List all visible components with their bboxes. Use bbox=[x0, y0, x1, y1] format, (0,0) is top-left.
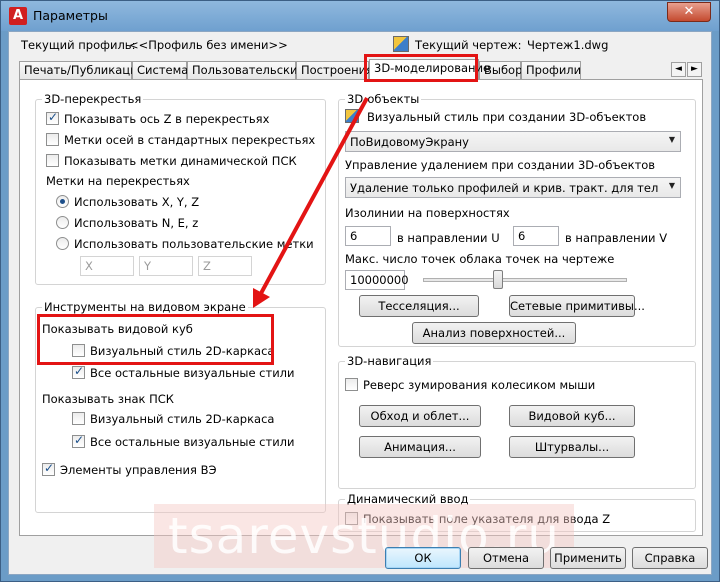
isolines-u-field[interactable]: 6 bbox=[345, 226, 391, 246]
ucs-2d-wireframe-checkbox[interactable] bbox=[72, 412, 85, 425]
tab-user-preferences[interactable]: Пользовательские bbox=[187, 61, 305, 79]
drawing-value: Чертеж1.dwg bbox=[527, 38, 609, 52]
ok-button[interactable]: ОК bbox=[385, 547, 461, 569]
deletion-control-select[interactable]: Удаление только профилей и крив. тракт. … bbox=[345, 177, 681, 198]
mesh-primitives-button[interactable]: Сетевые примитивы... bbox=[509, 295, 645, 317]
dyn-ucs-labels-checkbox[interactable] bbox=[46, 154, 59, 167]
radio-xyz[interactable] bbox=[56, 195, 69, 208]
deletion-control-dropdown-arrow-icon: ▼ bbox=[668, 181, 675, 190]
tab-drafting[interactable]: Построения bbox=[296, 61, 373, 79]
drawing-icon bbox=[393, 36, 409, 52]
crosshairs-group: 3D-перекрестья Показывать ось Z в перекр… bbox=[35, 92, 326, 285]
axis-labels-checkbox[interactable] bbox=[46, 133, 59, 146]
deletion-control-label: Управление удалением при создании 3D-объ… bbox=[345, 158, 656, 172]
isolines-label: Изолинии на поверхностях bbox=[345, 206, 510, 220]
custom-label-y-field[interactable]: Y bbox=[139, 256, 193, 276]
help-button[interactable]: Справка bbox=[632, 547, 708, 569]
apply-button[interactable]: Применить bbox=[550, 547, 626, 569]
ucs-icon-section-title: Показывать знак ПСК bbox=[42, 392, 174, 406]
isolines-v-field[interactable]: 6 bbox=[513, 226, 559, 246]
max-points-field[interactable]: 10000000 bbox=[345, 270, 409, 290]
crosshair-labels-title: Метки на перекрестьях bbox=[46, 174, 190, 188]
close-button[interactable]: ✕ bbox=[667, 2, 711, 22]
radio-custom-labels-label: Использовать пользовательские метки bbox=[74, 237, 314, 251]
isolines-v-label: в направлении V bbox=[565, 231, 668, 245]
tessellation-button[interactable]: Тесселяция... bbox=[359, 295, 479, 317]
max-points-slider-thumb[interactable] bbox=[493, 270, 504, 289]
show-z-axis-checkbox[interactable] bbox=[46, 110, 59, 125]
crosshairs-group-title: 3D-перекрестья bbox=[42, 92, 144, 106]
navigation-3d-group: 3D-навигация Реверс зумирования колесико… bbox=[338, 354, 696, 489]
profile-value: <<Профиль без имени>> bbox=[129, 38, 288, 52]
isolines-u-label: в направлении U bbox=[397, 231, 500, 245]
viewport-tools-title: Инструменты на видовом экране bbox=[42, 300, 248, 314]
deletion-control-select-value: Удаление только профилей и крив. тракт. … bbox=[350, 181, 659, 195]
profile-label: Текущий профиль: bbox=[21, 38, 136, 52]
visual-style-dropdown-arrow-icon: ▼ bbox=[668, 135, 675, 144]
viewcube-highlight-box bbox=[37, 314, 274, 365]
walk-fly-button[interactable]: Обход и облет... bbox=[359, 405, 481, 427]
radio-nez[interactable] bbox=[56, 216, 69, 229]
window-title: Параметры bbox=[33, 8, 108, 23]
tab-highlight-box bbox=[364, 54, 478, 82]
ucs-other-styles-label: Все остальные визуальные стили bbox=[90, 435, 295, 449]
tab-strip: Печать/Публикация Система Пользовательск… bbox=[19, 59, 703, 80]
dialog-body: Текущий профиль: <<Профиль без имени>> Т… bbox=[8, 31, 712, 575]
radio-xyz-label: Использовать X, Y, Z bbox=[74, 195, 200, 209]
reverse-zoom-checkbox[interactable] bbox=[345, 378, 358, 391]
cancel-button[interactable]: Отмена bbox=[468, 547, 544, 569]
tab-panel-3d-modeling: 3D-перекрестья Показывать ось Z в перекр… bbox=[19, 79, 703, 536]
ucs-2d-wireframe-label: Визуальный стиль 2D-каркаса bbox=[90, 412, 275, 426]
tab-profiles[interactable]: Профили bbox=[521, 61, 581, 79]
radio-custom-labels[interactable] bbox=[56, 237, 69, 250]
reverse-zoom-label: Реверс зумирования колесиком мыши bbox=[363, 378, 596, 392]
options-window: A Параметры ✕ Текущий профиль: <<Профиль… bbox=[0, 0, 720, 582]
visual-style-label: Визуальный стиль при создании 3D-объекто… bbox=[367, 110, 647, 124]
surface-analysis-button[interactable]: Анализ поверхностей... bbox=[412, 322, 576, 344]
visual-style-select[interactable]: ПоВидовомуЭкрану ▼ bbox=[345, 131, 681, 152]
steering-wheels-button[interactable]: Штурвалы... bbox=[509, 436, 635, 458]
tab-system[interactable]: Система bbox=[132, 61, 188, 79]
animation-button[interactable]: Анимация... bbox=[359, 436, 481, 458]
viewport-controls-checkbox[interactable] bbox=[42, 461, 55, 476]
tab-plot-publish[interactable]: Печать/Публикация bbox=[19, 61, 145, 79]
viewcube-other-styles-checkbox[interactable] bbox=[72, 364, 85, 379]
max-points-slider[interactable] bbox=[423, 278, 627, 282]
drawing-label: Текущий чертеж: bbox=[415, 38, 522, 52]
navigation-3d-title: 3D-навигация bbox=[345, 354, 434, 368]
dyn-ucs-labels-label: Показывать метки динамической ПСК bbox=[64, 154, 297, 168]
visual-style-icon bbox=[345, 109, 359, 123]
max-points-label: Макс. число точек облака точек на чертеж… bbox=[345, 252, 615, 266]
tab-scroll-right-icon[interactable]: ► bbox=[687, 62, 702, 77]
viewcube-other-styles-label: Все остальные визуальные стили bbox=[90, 366, 295, 380]
title-bar[interactable]: A Параметры ✕ bbox=[1, 1, 719, 31]
custom-label-x-field[interactable]: X bbox=[80, 256, 134, 276]
viewcube-settings-button[interactable]: Видовой куб... bbox=[509, 405, 635, 427]
axis-labels-label: Метки осей в стандартных перекрестьях bbox=[64, 133, 316, 147]
autocad-logo-icon: A bbox=[9, 7, 27, 25]
custom-label-z-field[interactable]: Z bbox=[198, 256, 252, 276]
objects-3d-title: 3D-объекты bbox=[345, 92, 422, 106]
tab-scroll-left-icon[interactable]: ◄ bbox=[671, 62, 686, 77]
show-z-axis-label: Показывать ось Z в перекрестьях bbox=[64, 112, 270, 126]
viewport-controls-label: Элементы управления ВЭ bbox=[60, 463, 217, 477]
objects-3d-group: 3D-объекты Визуальный стиль при создании… bbox=[338, 92, 696, 347]
ucs-other-styles-checkbox[interactable] bbox=[72, 433, 85, 448]
visual-style-select-value: ПоВидовомуЭкрану bbox=[350, 135, 469, 149]
radio-nez-label: Использовать N, E, z bbox=[74, 216, 199, 230]
